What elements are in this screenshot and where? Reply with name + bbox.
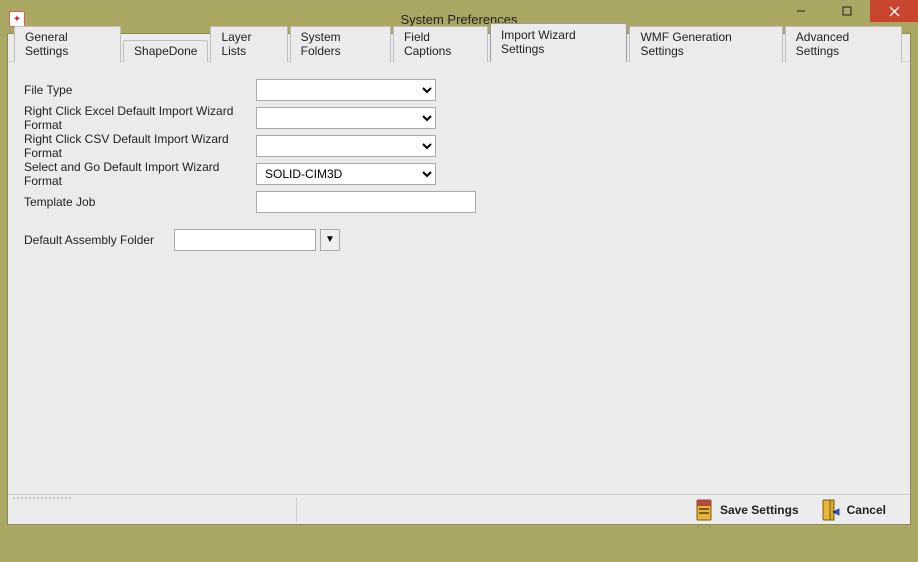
save-settings-button[interactable]: Save Settings — [690, 496, 803, 524]
label-template-job: Template Job — [24, 195, 256, 209]
input-default-assembly-folder[interactable] — [174, 229, 316, 251]
select-right-click-csv[interactable] — [256, 135, 436, 157]
row-file-type: File Type — [24, 76, 894, 104]
footer-grip — [12, 496, 72, 499]
row-right-click-excel: Right Click Excel Default Import Wizard … — [24, 104, 894, 132]
window-title: System Preferences — [7, 12, 911, 27]
label-default-assembly-folder: Default Assembly Folder — [24, 233, 174, 247]
row-default-assembly-folder: Default Assembly Folder ▼ — [24, 226, 894, 254]
cancel-button[interactable]: Cancel — [817, 496, 890, 524]
tab-content: File Type Right Click Excel Default Impo… — [8, 62, 910, 268]
select-file-type[interactable] — [256, 79, 436, 101]
footer-bar: Save Settings Cancel — [8, 494, 910, 524]
cancel-icon — [821, 498, 841, 522]
tab-layer-lists[interactable]: Layer Lists — [210, 26, 287, 62]
maximize-button[interactable] — [824, 0, 870, 22]
minimize-button[interactable] — [778, 0, 824, 22]
assembly-folder-dropdown-button[interactable]: ▼ — [320, 229, 340, 251]
footer-divider — [296, 497, 297, 522]
label-select-and-go: Select and Go Default Import Wizard Form… — [24, 160, 256, 188]
row-template-job: Template Job — [24, 188, 894, 216]
save-settings-label: Save Settings — [720, 503, 799, 517]
tab-import-wizard-settings[interactable]: Import Wizard Settings — [490, 23, 627, 62]
tab-system-folders[interactable]: System Folders — [290, 26, 391, 62]
client-area: General Settings ShapeDone Layer Lists S… — [7, 33, 911, 525]
tab-strip: General Settings ShapeDone Layer Lists S… — [8, 34, 910, 62]
tab-shapedone[interactable]: ShapeDone — [123, 40, 208, 62]
select-select-and-go[interactable]: SOLID-CIM3D — [256, 163, 436, 185]
label-file-type: File Type — [24, 83, 256, 97]
close-button[interactable] — [870, 0, 918, 22]
row-select-and-go: Select and Go Default Import Wizard Form… — [24, 160, 894, 188]
assembly-folder-picker: ▼ — [174, 229, 340, 251]
app-icon: ✦ — [9, 11, 25, 27]
window-controls — [778, 0, 918, 22]
save-icon — [694, 498, 714, 522]
tab-general-settings[interactable]: General Settings — [14, 26, 121, 62]
preferences-window: ✦ System Preferences General Settings Sh… — [0, 0, 918, 562]
tab-advanced-settings[interactable]: Advanced Settings — [785, 26, 902, 62]
input-template-job[interactable] — [256, 191, 476, 213]
cancel-label: Cancel — [847, 503, 886, 517]
tab-field-captions[interactable]: Field Captions — [393, 26, 488, 62]
select-right-click-excel[interactable] — [256, 107, 436, 129]
row-right-click-csv: Right Click CSV Default Import Wizard Fo… — [24, 132, 894, 160]
label-right-click-csv: Right Click CSV Default Import Wizard Fo… — [24, 132, 256, 160]
label-right-click-excel: Right Click Excel Default Import Wizard … — [24, 104, 256, 132]
tab-wmf-generation-settings[interactable]: WMF Generation Settings — [629, 26, 782, 62]
